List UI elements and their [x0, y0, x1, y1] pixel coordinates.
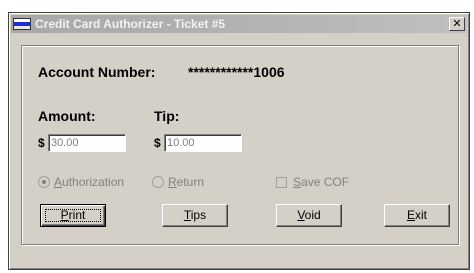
tip-currency-symbol: $: [154, 136, 161, 150]
account-number-value: ************1006: [188, 64, 285, 80]
authorization-radio-indicator[interactable]: [38, 176, 50, 188]
void-button-label: oid: [304, 208, 321, 222]
return-label: eturn: [176, 175, 205, 189]
amount-label: Amount:: [38, 108, 96, 124]
authorization-label: uthorization: [62, 175, 125, 189]
tips-button-label: ips: [190, 208, 207, 222]
exit-button-mnemonic: E: [406, 208, 415, 222]
tip-field[interactable]: 10.00: [164, 134, 242, 152]
exit-button-label: xit: [415, 208, 427, 222]
void-button[interactable]: Void: [276, 204, 342, 227]
save-cof-label-mnemonic: S: [293, 175, 302, 189]
return-radio-indicator[interactable]: [152, 176, 164, 188]
save-cof-checkbox-indicator[interactable]: [276, 176, 287, 188]
void-button-mnemonic: V: [297, 208, 305, 222]
close-icon: ✕: [452, 17, 462, 30]
authorization-radio[interactable]: Authorization: [38, 175, 124, 189]
return-label-mnemonic: R: [168, 175, 177, 189]
print-button-mnemonic: P: [60, 208, 69, 222]
title-bar[interactable]: Credit Card Authorizer - Ticket #5 ✕: [11, 15, 467, 33]
close-button[interactable]: ✕: [449, 17, 465, 31]
account-number-label: Account Number:: [38, 64, 156, 80]
tips-button[interactable]: Tips: [162, 204, 228, 227]
print-button[interactable]: Print: [40, 204, 106, 227]
app-icon: [13, 18, 31, 30]
window-title: Credit Card Authorizer - Ticket #5: [35, 17, 226, 31]
save-cof-checkbox[interactable]: Save COF: [276, 175, 349, 189]
authorization-panel: Account Number: ************1006 Amount:…: [21, 45, 459, 245]
tips-button-mnemonic: T: [183, 208, 191, 222]
tip-label: Tip:: [154, 108, 180, 124]
return-radio[interactable]: Return: [152, 175, 204, 189]
exit-button[interactable]: Exit: [384, 204, 450, 227]
credit-card-authorizer-window: Credit Card Authorizer - Ticket #5 ✕ Acc…: [8, 12, 470, 270]
save-cof-label: ave COF: [301, 175, 350, 189]
amount-currency-symbol: $: [38, 136, 45, 150]
authorization-label-mnemonic: A: [54, 175, 63, 189]
print-button-label: rint: [68, 208, 86, 222]
amount-field[interactable]: 30.00: [48, 134, 126, 152]
